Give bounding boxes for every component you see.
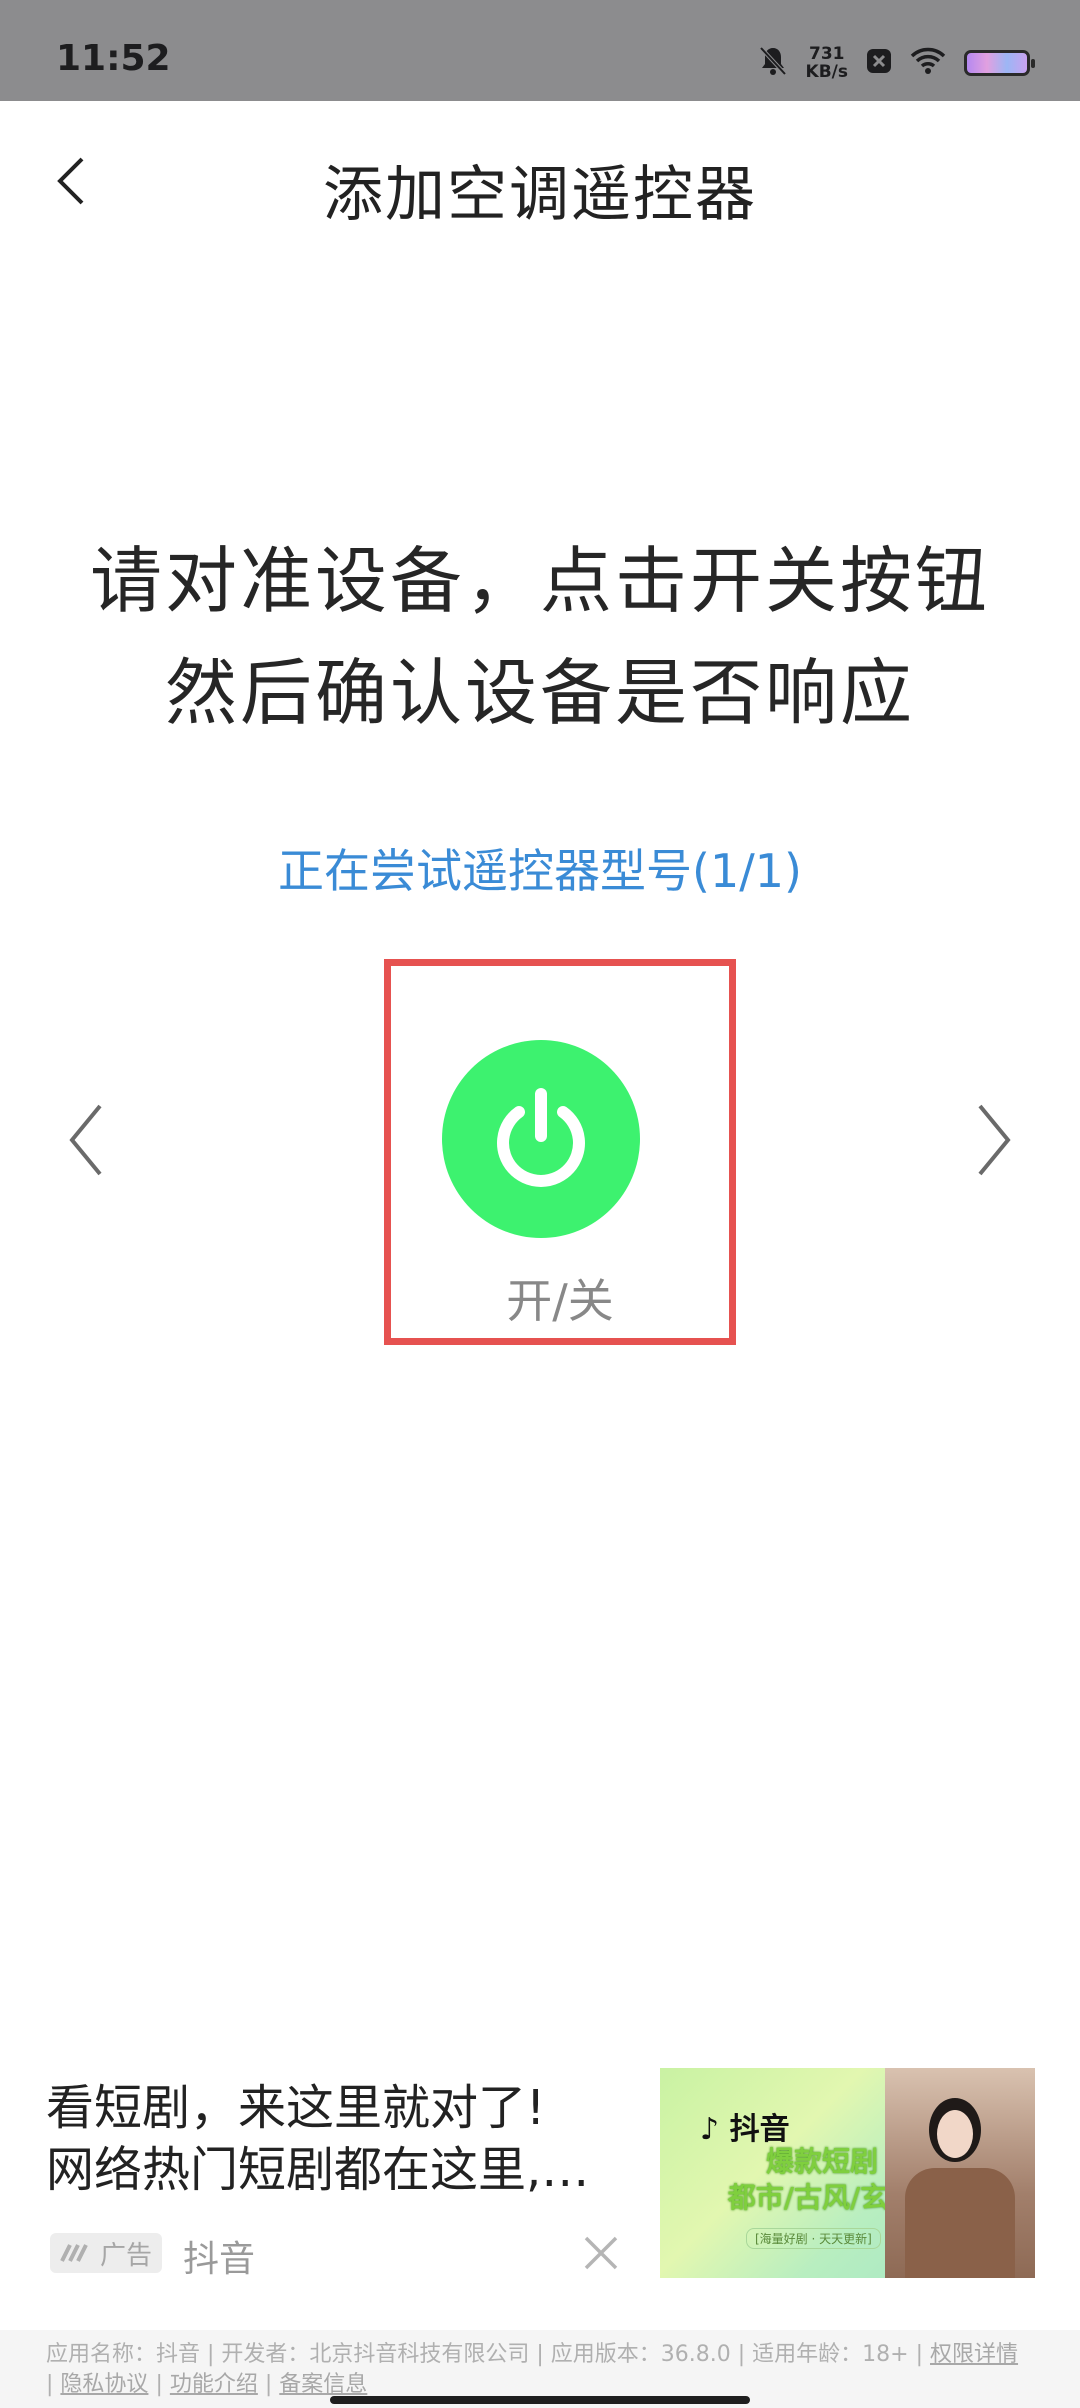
power-button-label: 开/关 xyxy=(506,1274,614,1328)
ad-description[interactable]: 网络热门短剧都在这里,… xyxy=(46,2130,626,2200)
ad-image-logo: ♪ 抖音 xyxy=(700,2112,790,2147)
footer-separator: | xyxy=(46,2372,54,2397)
next-model-button[interactable] xyxy=(966,1100,1026,1180)
footer-separator: | xyxy=(155,2372,163,2397)
person-body xyxy=(905,2168,1015,2278)
status-time: 11:52 xyxy=(56,38,171,79)
privacy-link[interactable]: 隐私协议 xyxy=(60,2372,148,2397)
chevron-left-icon xyxy=(69,1104,102,1176)
person-face xyxy=(937,2110,973,2158)
app-notification-icon xyxy=(866,48,892,78)
instruction-line-1: 请对准设备，点击开关按钮 xyxy=(89,539,990,623)
footer-app-info: 应用名称：抖音 | 开发者：北京抖音科技有限公司 | 应用版本：36.8.0 |… xyxy=(46,2342,924,2367)
page-title: 添加空调遥控器 xyxy=(323,160,757,230)
status-bar: 11:52 731 KB/s xyxy=(0,0,1080,101)
battery-icon xyxy=(964,50,1035,76)
instruction-text: 请对准设备，点击开关按钮 然后确认设备是否响应 xyxy=(0,525,1080,749)
ad-image-person xyxy=(885,2068,1035,2278)
power-icon xyxy=(497,1088,585,1187)
ad-image[interactable]: ♪ 抖音 爆款短剧 都市/古风/玄幻 [海量好剧 · 天天更新] xyxy=(660,2068,1035,2278)
footer-separator: | xyxy=(264,2372,273,2397)
net-speed-value: 731 xyxy=(809,44,845,64)
footer-line-2: | 隐私协议 | 功能介绍 | 备案信息 xyxy=(46,2366,367,2398)
ad-image-logo-text: 抖音 xyxy=(729,2112,790,2147)
ad-headline[interactable]: 看短剧，来这里就对了! xyxy=(46,2068,545,2138)
net-speed: 731 KB/s xyxy=(806,45,848,81)
app-header: 添加空调遥控器 xyxy=(0,101,1080,261)
ad-image-promo-sub: [海量好剧 · 天天更新] xyxy=(746,2228,881,2249)
filing-link[interactable]: 备案信息 xyxy=(279,2372,367,2397)
previous-model-button[interactable] xyxy=(60,1100,120,1180)
ad-source: 抖音 xyxy=(183,2239,256,2280)
wifi-icon xyxy=(910,47,946,79)
permissions-link[interactable]: 权限详情 xyxy=(930,2342,1018,2367)
chevron-right-icon xyxy=(978,1104,1011,1176)
close-icon xyxy=(584,2236,618,2270)
net-speed-unit: KB/s xyxy=(805,62,848,82)
home-indicator[interactable] xyxy=(330,2396,750,2404)
power-button[interactable] xyxy=(442,1040,640,1238)
ad-badge-label: 广告 xyxy=(99,2240,152,2271)
ad-badge: 广告 xyxy=(50,2233,162,2273)
features-link[interactable]: 功能介绍 xyxy=(170,2372,258,2397)
footer-line-1: 应用名称：抖音 | 开发者：北京抖音科技有限公司 | 应用版本：36.8.0 |… xyxy=(46,2336,1018,2368)
status-icons: 731 KB/s xyxy=(758,40,1035,86)
instruction-line-2: 然后确认设备是否响应 xyxy=(164,651,915,735)
ad-close-button[interactable] xyxy=(580,2232,622,2274)
mute-bell-icon xyxy=(758,45,788,81)
ad-network-icon xyxy=(60,2244,88,2262)
trying-model-status: 正在尝试遥控器型号(1/1) xyxy=(278,844,802,898)
